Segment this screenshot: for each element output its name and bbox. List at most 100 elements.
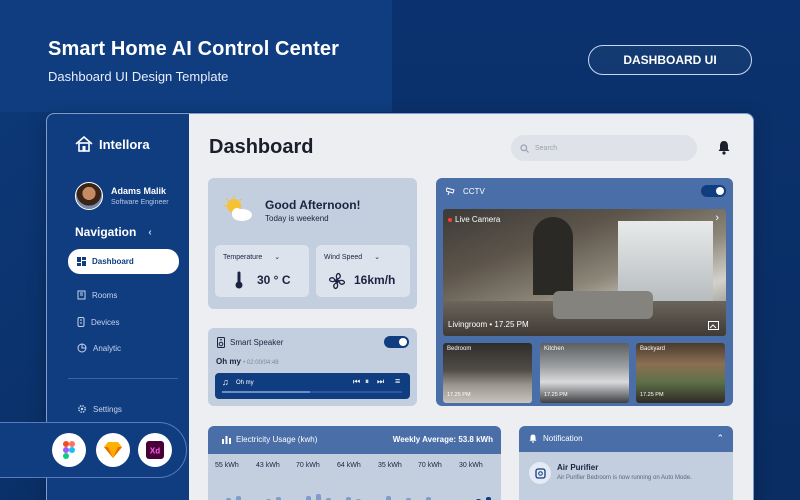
live-camera-feed[interactable]: Live Camera › Livingroom • 17.25 PM: [443, 209, 726, 336]
thermometer-icon: [235, 271, 243, 289]
notification-title: Notification: [543, 434, 583, 443]
greeting-title: Good Afternoon!: [265, 198, 361, 212]
player-progress-fill: [222, 391, 310, 393]
backyard-camera-thumb[interactable]: Backyard 17.25 PM: [636, 343, 725, 403]
cctv-title: CCTV: [463, 186, 485, 196]
air-purifier-icon-wrap: [529, 462, 551, 484]
brand-name: Intellora: [99, 136, 150, 152]
search-placeholder: Search: [535, 144, 558, 152]
previous-icon[interactable]: ⏮: [353, 377, 360, 387]
user-profile[interactable]: Adams Malik Software Engineer: [75, 182, 169, 210]
sidebar-item-label: Settings: [93, 404, 122, 414]
brand-logo[interactable]: Intellora: [75, 136, 150, 152]
promo-subtitle: Dashboard UI Design Template: [48, 69, 229, 84]
sidebar-item-devices[interactable]: Devices: [77, 317, 119, 327]
chevron-down-icon: ⌄: [374, 254, 381, 261]
smart-speaker-card: Smart Speaker Oh my • 02:00/04:48 ♫ Oh m…: [208, 328, 417, 406]
cctv-camera-icon: [446, 187, 455, 196]
grid-icon: [77, 257, 86, 266]
player-track-label: Oh my: [236, 380, 254, 386]
sidebar-item-rooms[interactable]: Rooms: [77, 290, 117, 300]
next-icon[interactable]: ⏭: [377, 377, 384, 387]
live-indicator: [448, 217, 452, 222]
sidebar-divider: [68, 378, 178, 379]
user-role: Software Engineer: [111, 199, 169, 206]
sidebar-item-analytic[interactable]: Analytic: [77, 343, 121, 353]
bedroom-camera-thumb[interactable]: Bedroom 17.25 PM: [443, 343, 532, 403]
kitchen-camera-thumb[interactable]: Kitchen 17.25 PM: [540, 343, 629, 403]
usage-bar: [316, 494, 321, 500]
chevron-up-icon[interactable]: ⌃: [716, 433, 724, 444]
music-player[interactable]: ♫ Oh my ⏮ ⏸ ⏭ ≡: [215, 373, 410, 399]
promo-title: Smart Home AI Control Center: [48, 38, 339, 60]
temperature-widget[interactable]: Temperature ⌄ 30 ° C: [215, 245, 309, 297]
live-camera-text: Live Camera: [455, 215, 501, 224]
notification-item-title: Air Purifier: [557, 463, 599, 472]
weather-sun-cloud-icon: [224, 196, 252, 221]
speaker-toggle[interactable]: [384, 336, 409, 348]
pause-icon[interactable]: ⏸: [365, 377, 369, 387]
xd-icon: Xd: [138, 433, 172, 467]
speaker-icon: [217, 337, 225, 348]
camera-scene-window: [618, 221, 713, 301]
figma-icon: [52, 433, 86, 467]
thumb-time: 17.25 PM: [640, 392, 664, 398]
cctv-card: CCTV Live Camera › Livingroom • 17.25 PM…: [436, 178, 733, 406]
cctv-header: CCTV: [446, 186, 485, 196]
sidebar-item-label: Dashboard: [92, 257, 134, 266]
user-name: Adams Malik: [111, 186, 167, 196]
svg-text:Xd: Xd: [150, 447, 160, 456]
music-note-icon: ♫: [222, 377, 229, 387]
analytic-icon: [77, 343, 87, 353]
temperature-label-row: Temperature ⌄: [223, 253, 281, 262]
thumb-label: Kitchen: [544, 346, 565, 352]
sketch-icon: [96, 433, 130, 467]
page-title: Dashboard: [209, 136, 314, 158]
sidebar-item-label: Analytic: [93, 343, 122, 353]
thumb-label: Backyard: [640, 346, 666, 352]
notification-item-text: Air Purifier Bedroom is now running on A…: [557, 475, 692, 481]
gear-icon: [78, 405, 86, 413]
bell-icon: [529, 434, 537, 443]
sidebar-item-label: Rooms: [92, 290, 118, 300]
electricity-usage-card: Electricity Usage (kwh) Weekly Average: …: [208, 426, 501, 500]
nav-title: Navigation ‹: [75, 225, 152, 239]
chevron-left-icon[interactable]: ‹: [148, 227, 151, 238]
thumb-time: 17.25 PM: [447, 392, 471, 398]
wind-speed-value: 16km/h: [354, 273, 396, 287]
live-camera-label: Live Camera: [448, 215, 500, 224]
playlist-icon[interactable]: ≡: [395, 376, 400, 386]
chevron-down-icon: ⌄: [274, 254, 281, 261]
temperature-label: Temperature: [223, 253, 263, 261]
gallery-icon[interactable]: [708, 321, 719, 330]
speaker-song-title: Oh my: [216, 357, 241, 366]
usage-bar: [306, 496, 311, 500]
cctv-toggle[interactable]: [701, 185, 726, 197]
sidebar-item-settings[interactable]: Settings: [77, 404, 122, 414]
wind-label-row: Wind Speed ⌄: [324, 253, 381, 262]
speaker-song-time: • 02:00/04:48: [243, 360, 279, 366]
search-input[interactable]: Search: [511, 135, 697, 161]
notification-bell-icon[interactable]: [717, 140, 731, 160]
sidebar-item-dashboard[interactable]: Dashboard: [68, 249, 179, 274]
greeting-subtitle: Today is weekend: [265, 214, 329, 223]
device-icon: [77, 317, 85, 327]
player-progress-track[interactable]: [310, 391, 402, 393]
avatar: [75, 182, 103, 210]
building-icon: [77, 290, 86, 300]
nav-title-label: Navigation: [75, 225, 137, 239]
usage-bar: [236, 496, 241, 500]
fan-icon: [328, 272, 346, 290]
notification-title-row: Notification: [529, 434, 583, 443]
speaker-song: Oh my • 02:00/04:48: [216, 357, 279, 366]
thumb-label: Bedroom: [447, 346, 472, 352]
home-icon: [75, 136, 93, 152]
notification-card: Notification ⌃ Air Purifier Air Purifier…: [519, 426, 733, 500]
weather-card: Good Afternoon! Today is weekend Tempera…: [208, 178, 417, 309]
camera-scene-arch: [533, 217, 573, 295]
usage-bars: [226, 494, 491, 500]
dashboard-ui-badge: DASHBOARD UI: [588, 45, 752, 75]
design-tools-badge: Xd: [0, 422, 187, 478]
wind-speed-widget[interactable]: Wind Speed ⌄ 16km/h: [316, 245, 410, 297]
chevron-right-icon[interactable]: ›: [715, 212, 719, 224]
